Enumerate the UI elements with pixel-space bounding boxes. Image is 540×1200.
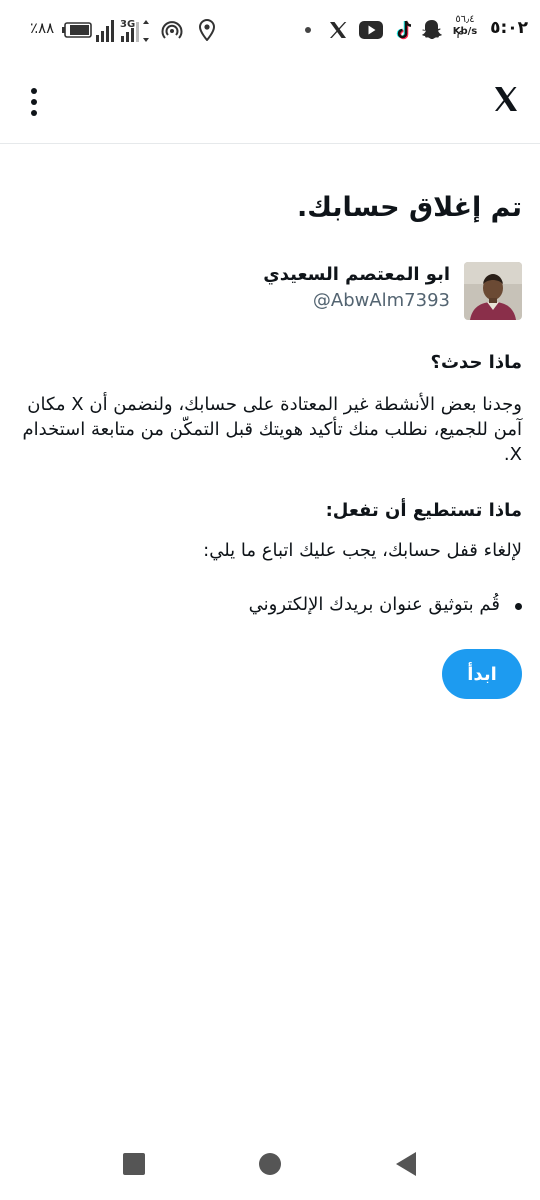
back-icon (396, 1152, 416, 1176)
hotspot-icon (160, 18, 184, 42)
system-nav-bar (0, 1128, 540, 1200)
bullet-dot (515, 603, 522, 610)
more-options-button[interactable] (16, 82, 52, 122)
back-button[interactable] (384, 1144, 428, 1184)
dot-icon (304, 26, 312, 34)
x-logo-icon (494, 86, 518, 114)
what-happened-text: وجدنا بعض الأنشطة غير المعتادة على حسابك… (22, 394, 522, 465)
network-speed: ٥٦٫٤ Kb/s (448, 14, 482, 38)
snapchat-icon (420, 16, 444, 44)
what-happened-heading: ماذا حدث؟ (430, 352, 522, 373)
step-verify-email: قُم بتوثيق عنوان بريدك الإلكتروني (248, 594, 500, 615)
signal-icon (94, 16, 118, 44)
recents-button[interactable] (112, 1144, 156, 1184)
recents-icon (123, 1153, 145, 1175)
what-you-can-do-heading: ماذا تستطيع أن تفعل: (325, 500, 522, 521)
network-speed-value: ٥٦٫٤ (455, 14, 475, 25)
tiktok-icon (392, 16, 416, 44)
battery-icon (62, 20, 92, 40)
what-you-can-do-text: لإلغاء قفل حسابك، يجب عليك اتباع ما يلي: (203, 540, 522, 561)
network-speed-unit: Kb/s (452, 26, 478, 37)
avatar (464, 262, 522, 320)
signal-3g-icon: 3G (118, 16, 156, 44)
more-vertical-icon (31, 88, 37, 116)
app-header (0, 62, 540, 144)
user-handle: @AbwAlm7393 (312, 290, 450, 311)
home-button[interactable] (248, 1144, 292, 1184)
user-name: ابو المعتصم السعيدي (263, 264, 450, 285)
status-time: ٥:٠٢ (490, 18, 528, 38)
youtube-icon (358, 18, 384, 42)
status-bar: ٥:٠٢ م ٥٦٫٤ Kb/s 3G ٪٨٨ (0, 0, 540, 62)
home-icon (259, 1153, 281, 1175)
battery-percent: ٪٨٨ (30, 19, 55, 37)
page-title: تم إغلاق حسابك. (296, 192, 522, 223)
start-button[interactable]: ابدأ (442, 649, 522, 699)
x-icon (326, 18, 350, 42)
location-icon (196, 18, 218, 42)
